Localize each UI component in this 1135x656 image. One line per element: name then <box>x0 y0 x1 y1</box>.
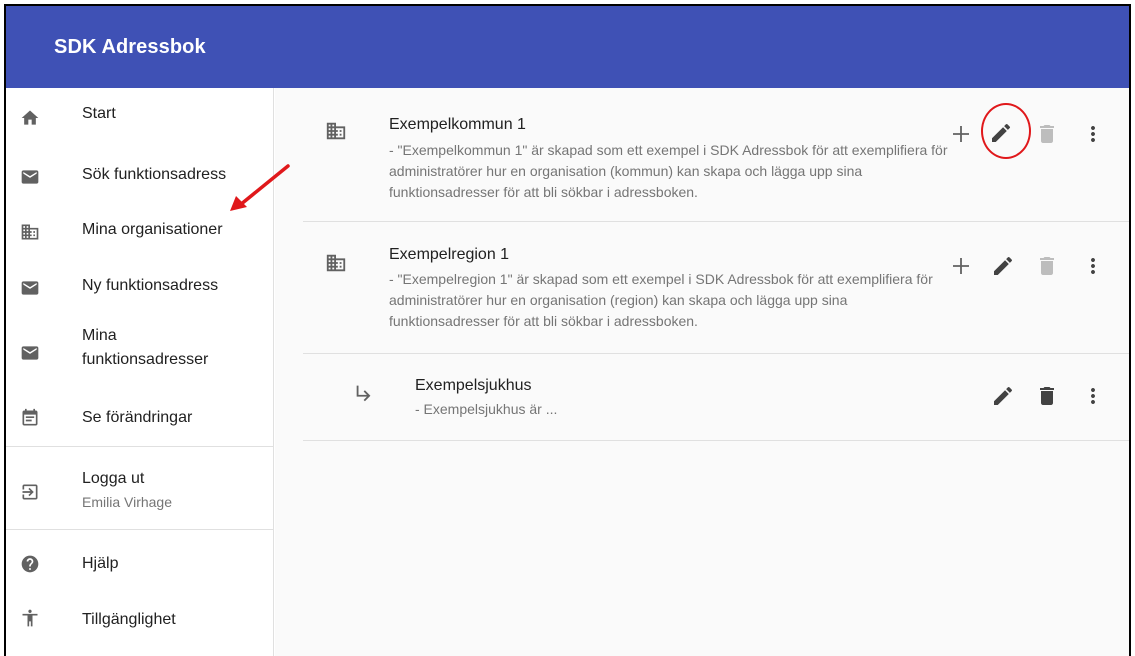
sidebar: Start Sök funktionsadress Mina organisat… <box>6 88 274 656</box>
building-icon <box>325 252 347 274</box>
mail-icon <box>20 278 40 298</box>
sidebar-item-label: Ny funktionsadress <box>82 277 219 294</box>
add-icon[interactable] <box>949 254 973 278</box>
sidebar-item-mina-funktionsadresser[interactable]: Mina funktionsadresser <box>6 312 274 384</box>
sidebar-item-label: Mina funktionsadresser <box>82 327 209 368</box>
subdirectory-arrow-icon <box>353 382 375 404</box>
sidebar-item-sok-funktionsadress[interactable]: Sök funktionsadress <box>6 144 274 200</box>
org-description: - "Exempelkommun 1" är skapad som ett ex… <box>389 142 948 200</box>
sidebar-item-label: Sök funktionsadress <box>82 166 227 183</box>
building-icon <box>325 120 347 142</box>
edit-icon[interactable] <box>991 384 1015 408</box>
delete-icon <box>1035 122 1059 146</box>
main-content: Exempelkommun 1 - "Exempelkommun 1" är s… <box>275 88 1129 656</box>
org-name: Exempelkommun 1 <box>389 116 526 133</box>
help-icon <box>20 554 40 574</box>
app-frame: SDK Adressbok Start Sök funktionsadress … <box>4 4 1131 656</box>
org-description: - "Exempelregion 1" är skapad som ett ex… <box>389 271 933 329</box>
sidebar-item-label: Hjälp <box>82 555 119 572</box>
accessibility-icon <box>20 608 40 628</box>
org-list-item[interactable]: Exempelregion 1 - "Exempelregion 1" är s… <box>303 222 1129 354</box>
event-note-icon <box>20 408 40 428</box>
user-name: Emilia Virhage <box>82 494 173 510</box>
sidebar-item-label: Se förändringar <box>82 409 193 426</box>
app-bar: SDK Adressbok <box>6 6 1129 88</box>
org-list-item[interactable]: Exempelsjukhus - Exempelsjukhus är ... <box>303 354 1129 441</box>
logout-icon <box>20 482 40 502</box>
home-icon <box>20 108 40 128</box>
org-list-item[interactable]: Exempelkommun 1 - "Exempelkommun 1" är s… <box>303 88 1129 222</box>
sidebar-item-ny-funktionsadress[interactable]: Ny funktionsadress <box>6 256 274 312</box>
app-title: SDK Adressbok <box>54 36 206 58</box>
sidebar-item-hjalp[interactable]: Hjälp <box>6 530 274 586</box>
building-icon <box>20 222 40 242</box>
sidebar-item-label: Mina organisationer <box>82 221 223 238</box>
delete-icon <box>1035 254 1059 278</box>
mail-icon <box>20 167 40 187</box>
sidebar-item-tillganglighet[interactable]: Tillgänglighet <box>6 586 274 648</box>
sidebar-item-se-forandringar[interactable]: Se förändringar <box>6 384 274 446</box>
org-name: Exempelregion 1 <box>389 246 510 263</box>
sidebar-item-start[interactable]: Start <box>6 88 274 144</box>
add-icon[interactable] <box>949 122 973 146</box>
sidebar-item-label: Start <box>82 105 116 122</box>
more-vert-icon[interactable] <box>1081 254 1105 278</box>
edit-icon[interactable] <box>991 254 1015 278</box>
edit-icon[interactable] <box>989 121 1013 145</box>
sidebar-item-mina-organisationer[interactable]: Mina organisationer <box>6 200 274 256</box>
sidebar-item-logga-ut[interactable]: Logga ut Emilia Virhage <box>6 447 274 529</box>
more-vert-icon[interactable] <box>1081 122 1105 146</box>
sidebar-item-label: Tillgänglighet <box>82 611 176 628</box>
org-name: Exempelsjukhus <box>415 377 532 394</box>
delete-icon[interactable] <box>1035 384 1059 408</box>
org-description: - Exempelsjukhus är ... <box>415 401 558 417</box>
mail-icon <box>20 343 40 363</box>
more-vert-icon[interactable] <box>1081 384 1105 408</box>
sidebar-item-label: Logga ut <box>82 470 145 487</box>
